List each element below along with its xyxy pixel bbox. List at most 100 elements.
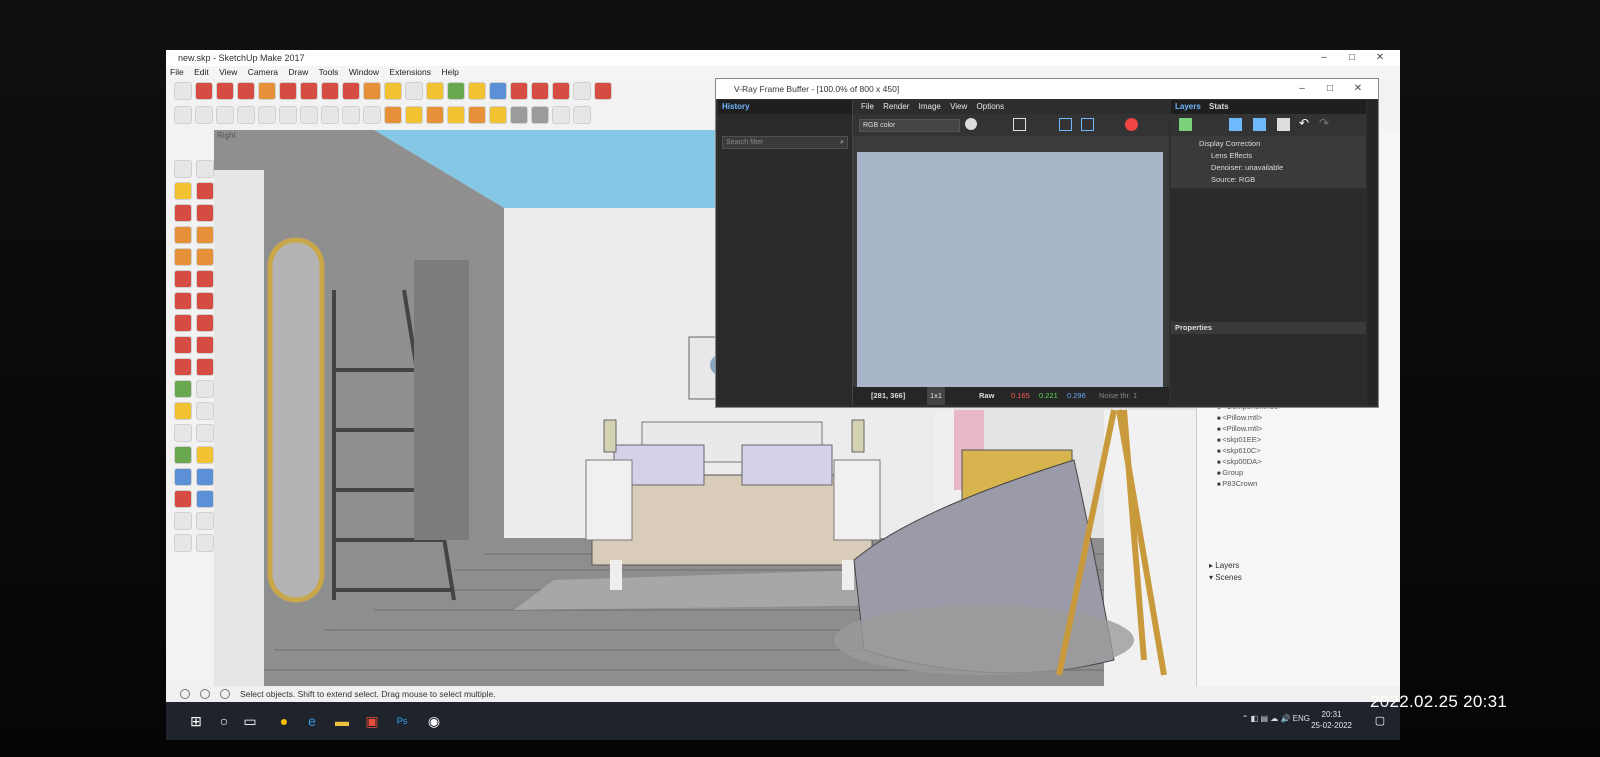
freehand-icon[interactable] <box>196 204 214 222</box>
geo-location-icon[interactable] <box>180 689 190 699</box>
previous-view-icon[interactable] <box>196 490 214 508</box>
load-layers-icon[interactable] <box>1229 118 1242 131</box>
tab-layers[interactable]: Layers <box>1175 102 1201 111</box>
offset-tool-icon[interactable] <box>300 82 318 100</box>
layer-lens-effects[interactable]: Lens Effects <box>1199 150 1366 162</box>
axes-icon[interactable] <box>174 424 192 442</box>
menu-edit[interactable]: Edit <box>190 66 213 79</box>
omni-light-icon[interactable] <box>384 106 402 124</box>
outliner-item[interactable]: <skp610C> <box>1217 446 1282 457</box>
info-icon[interactable] <box>200 689 210 699</box>
menu-window[interactable]: Window <box>345 66 383 79</box>
eraser-tool-icon[interactable] <box>195 82 213 100</box>
instructor-icon[interactable] <box>220 689 230 699</box>
outliner-item[interactable]: <Pillow.mtl> <box>1217 424 1282 435</box>
vray-close-icon[interactable]: ✕ <box>1344 79 1372 99</box>
render-image[interactable] <box>857 152 1163 388</box>
fur-icon[interactable] <box>510 106 528 124</box>
vray-minimize-icon[interactable]: – <box>1288 79 1316 99</box>
add-layer-icon[interactable] <box>1179 118 1192 131</box>
move-tool-icon[interactable] <box>321 82 339 100</box>
line-icon[interactable] <box>174 204 192 222</box>
frame-buffer-icon[interactable] <box>258 106 276 124</box>
extension-icon[interactable] <box>552 82 570 100</box>
file-explorer-icon[interactable]: ▬ <box>332 711 352 731</box>
spot-light-icon[interactable] <box>342 106 360 124</box>
walk-icon[interactable] <box>174 534 192 552</box>
pan-icon[interactable] <box>196 446 214 464</box>
region-render-icon[interactable] <box>1059 118 1072 131</box>
windows-start-icon[interactable]: ⊞ <box>186 711 206 731</box>
scale-icon[interactable] <box>174 358 192 376</box>
select-tool-icon[interactable] <box>174 82 192 100</box>
paint-icon[interactable] <box>174 182 192 200</box>
layer-denoiser[interactable]: Denoiser: unavailable <box>1199 162 1366 174</box>
layout-icon[interactable] <box>573 82 591 100</box>
save-layers-icon[interactable] <box>1253 118 1266 131</box>
language-indicator[interactable]: ENG <box>1293 714 1310 723</box>
layer-source-rgb[interactable]: Source: RGB <box>1199 174 1366 186</box>
offset-icon[interactable] <box>196 358 214 376</box>
dome-light-icon[interactable] <box>405 106 423 124</box>
layer-presets-icon[interactable] <box>1277 118 1290 131</box>
sketchup-taskbar-icon[interactable]: ◉ <box>424 711 444 731</box>
layer-display-correction[interactable]: Display Correction <box>1199 138 1366 150</box>
pan-tool-icon[interactable] <box>468 82 486 100</box>
network-icon[interactable]: ⌃ ◧ ▤ ☁ 🔊 <box>1242 714 1291 723</box>
rotated-rectangle-icon[interactable] <box>196 226 214 244</box>
sphere-light-icon[interactable] <box>300 106 318 124</box>
clipper-icon[interactable] <box>489 106 507 124</box>
tab-stats[interactable]: Stats <box>1209 102 1229 111</box>
tape-icon[interactable] <box>174 380 192 398</box>
pencil-tool-icon[interactable] <box>216 82 234 100</box>
menu-help[interactable]: Help <box>437 66 462 79</box>
eraser-icon[interactable] <box>196 182 214 200</box>
tray-section-layers[interactable]: ▸ Layers <box>1209 561 1239 570</box>
menu-draw[interactable]: Draw <box>284 66 312 79</box>
arc-icon[interactable] <box>174 270 192 288</box>
follow-me-icon[interactable] <box>196 336 214 354</box>
rectangle-icon[interactable] <box>174 226 192 244</box>
outliner-item[interactable]: Group <box>1217 468 1282 479</box>
sun-icon[interactable] <box>468 106 486 124</box>
push-pull-icon[interactable] <box>196 314 214 332</box>
teapot-render-icon[interactable] <box>195 106 213 124</box>
rect-light-icon[interactable] <box>321 106 339 124</box>
two-point-arc-icon[interactable] <box>196 270 214 288</box>
section-plane-icon[interactable] <box>196 534 214 552</box>
render-teapot-icon[interactable] <box>1125 118 1138 131</box>
circle-icon[interactable] <box>174 248 192 266</box>
paint-bucket-icon[interactable] <box>426 82 444 100</box>
export-proxy-icon[interactable] <box>552 106 570 124</box>
save-icon[interactable] <box>1013 118 1026 131</box>
tray-section-scenes[interactable]: ▾ Scenes <box>1209 573 1242 582</box>
mesh-light-icon[interactable] <box>426 106 444 124</box>
zoom-extents-tool-icon[interactable] <box>174 490 192 508</box>
outliner-item[interactable]: <skp01EE> <box>1217 435 1282 446</box>
menu-tools[interactable]: Tools <box>315 66 343 79</box>
vray-maximize-icon[interactable]: □ <box>1316 79 1344 99</box>
interactive-render-icon[interactable] <box>216 106 234 124</box>
ruby-console-icon[interactable] <box>594 82 612 100</box>
search-taskbar-icon[interactable]: ○ <box>214 711 234 731</box>
menu-view[interactable]: View <box>215 66 241 79</box>
move-icon[interactable] <box>174 314 192 332</box>
channel-select[interactable]: RGB color <box>859 119 960 132</box>
cloud-render-icon[interactable] <box>237 106 255 124</box>
close-icon[interactable]: ✕ <box>1366 50 1394 66</box>
text-icon[interactable] <box>196 402 214 420</box>
zoom-extents-icon[interactable] <box>510 82 528 100</box>
rectangle-tool-icon[interactable] <box>258 82 276 100</box>
warehouse-icon[interactable] <box>531 82 549 100</box>
look-around-icon[interactable] <box>196 512 214 530</box>
vray-logo-icon[interactable] <box>174 106 192 124</box>
photoshop-icon[interactable]: Ps <box>392 711 412 731</box>
orbit-icon[interactable] <box>174 446 192 464</box>
outliner-item[interactable]: P83Crown <box>1217 479 1282 490</box>
polygon-icon[interactable] <box>196 248 214 266</box>
outliner-item[interactable]: <Pillow.mtl> <box>1217 413 1282 424</box>
minimize-icon[interactable]: – <box>1310 50 1338 66</box>
track-mouse-icon[interactable] <box>1081 118 1094 131</box>
undo-icon[interactable]: ↶ <box>1299 116 1309 130</box>
views-icon[interactable] <box>573 106 591 124</box>
